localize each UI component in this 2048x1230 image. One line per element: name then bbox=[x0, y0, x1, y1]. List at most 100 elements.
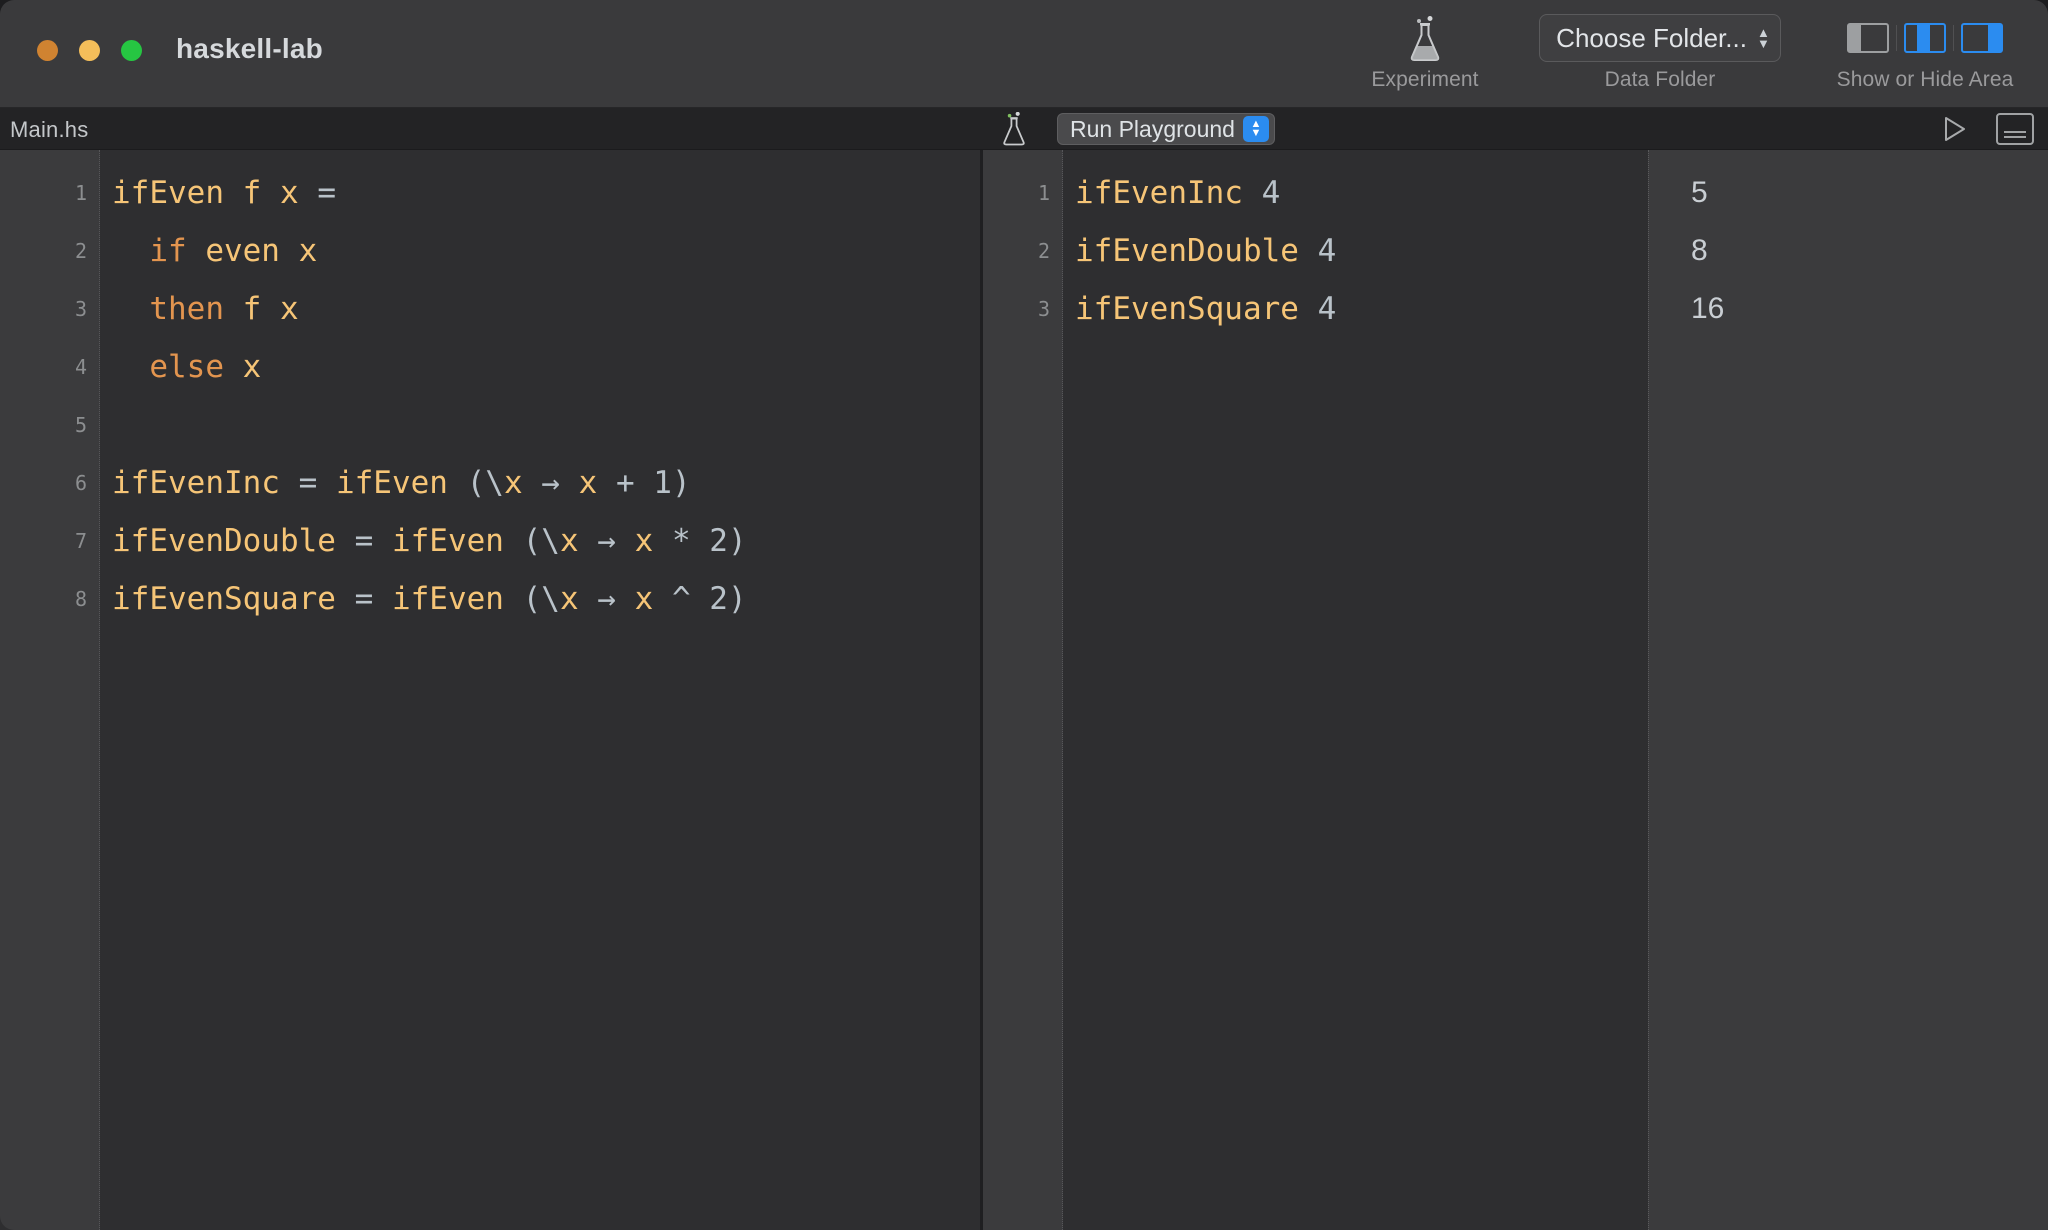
line-number: 5 bbox=[74, 413, 87, 437]
zoom-button[interactable] bbox=[121, 40, 142, 61]
toggle-right-area-button[interactable] bbox=[1954, 17, 2010, 59]
code-token: x bbox=[634, 523, 654, 559]
line-number: 2 bbox=[74, 239, 87, 263]
playground-code-area[interactable]: ifEvenInc 4 ifEvenDouble 4 ifEvenSquare 4 bbox=[1063, 150, 1648, 1230]
chevron-up-down-icon: ▲ ▼ bbox=[1242, 116, 1269, 142]
code-line: ifEvenDouble 4 bbox=[1075, 222, 1648, 280]
chevron-up-down-icon: ▲ ▼ bbox=[1756, 24, 1770, 51]
source-editor-pane: 1 2 3 4 5 6 7 8 ifEven f x = if even x then f x… bbox=[0, 150, 980, 1230]
window-titlebar: haskell-lab Experiment Choose Folder... … bbox=[0, 0, 2048, 108]
result-value: 16 bbox=[1691, 292, 1725, 325]
minimize-button[interactable] bbox=[79, 40, 100, 61]
code-token: ifEven bbox=[391, 523, 504, 559]
experiment-button[interactable] bbox=[1398, 14, 1452, 62]
code-token: = bbox=[279, 465, 336, 501]
code-token: * 2) bbox=[653, 523, 747, 559]
app-window: haskell-lab Experiment Choose Folder... … bbox=[0, 0, 2048, 1230]
code-token: ifEven bbox=[391, 581, 504, 617]
code-token: ifEvenSquare bbox=[112, 581, 336, 617]
code-token: = bbox=[317, 175, 336, 211]
run-button[interactable] bbox=[1936, 111, 1972, 147]
result-value: 5 bbox=[1691, 176, 1708, 209]
source-gutter: 1 2 3 4 5 6 7 8 bbox=[0, 150, 100, 1230]
tab-main-hs[interactable]: Main.hs bbox=[10, 117, 88, 143]
code-token: if bbox=[149, 233, 187, 269]
area-toggle-bar bbox=[1840, 14, 2010, 62]
playground-gutter: 1 2 3 bbox=[983, 150, 1063, 1230]
data-folder-label: Data Folder bbox=[1604, 68, 1716, 91]
results-pane: 5 8 16 bbox=[1648, 150, 2048, 1230]
code-token: 4 bbox=[1242, 175, 1281, 211]
code-token: → bbox=[522, 465, 579, 501]
code-line: ifEvenDouble = ifEven (\x → x * 2) bbox=[112, 512, 980, 570]
code-line: ifEvenSquare 4 bbox=[1075, 280, 1648, 338]
toolbar-group-data-folder: Choose Folder... ▲ ▼ Data Folder bbox=[1500, 14, 1820, 92]
toolbar-group-experiment: Experiment bbox=[1330, 14, 1520, 92]
code-token: ^ 2) bbox=[653, 581, 747, 617]
code-token: x bbox=[578, 465, 598, 501]
code-token: else bbox=[149, 349, 224, 385]
playground-flask-button[interactable] bbox=[997, 112, 1031, 146]
show-hide-area-label: Show or Hide Area bbox=[1836, 68, 2014, 91]
line-number: 6 bbox=[74, 471, 87, 495]
choose-folder-label: Choose Folder... bbox=[1556, 22, 1747, 53]
editor-bar-right-controls bbox=[1936, 111, 2034, 147]
code-line: ifEven f x = bbox=[112, 164, 980, 222]
line-number: 8 bbox=[74, 587, 87, 611]
toggle-middle-area-button[interactable] bbox=[1897, 17, 1953, 59]
toggle-left-area-button[interactable] bbox=[1840, 17, 1896, 59]
code-token: → bbox=[578, 581, 635, 617]
toggle-console-button[interactable] bbox=[1996, 113, 2034, 145]
run-playground-button[interactable]: Run Playground ▲ ▼ bbox=[1057, 113, 1275, 145]
line-number: 3 bbox=[1037, 297, 1050, 321]
code-token: ifEvenInc bbox=[1075, 175, 1243, 211]
play-triangle-icon bbox=[1945, 117, 1965, 141]
code-line: if even x bbox=[112, 222, 980, 280]
code-token: even x bbox=[186, 233, 318, 269]
traffic-lights bbox=[37, 40, 142, 61]
code-token: ifEven bbox=[335, 465, 448, 501]
code-token: x bbox=[559, 581, 579, 617]
code-token: f x bbox=[223, 291, 299, 327]
line-number: 2 bbox=[1037, 239, 1050, 263]
playground-editor-pane: 123 ifEvenInc 4 ifEvenDouble 4 ifEvenSquar… bbox=[983, 150, 1648, 1230]
code-line: ifEvenInc 4 bbox=[1075, 164, 1648, 222]
panel-left-icon bbox=[1847, 23, 1889, 53]
code-token: (\ bbox=[503, 581, 560, 617]
code-token: ifEvenSquare bbox=[1075, 291, 1299, 327]
window-title: haskell-lab bbox=[176, 33, 323, 64]
console-panel-icon bbox=[2004, 136, 2026, 138]
code-token: 4 bbox=[1298, 233, 1337, 269]
close-button[interactable] bbox=[37, 40, 58, 61]
toolbar-group-show-hide-area: Show or Hide Area bbox=[1810, 14, 2040, 92]
code-token: (\ bbox=[447, 465, 504, 501]
line-number: 3 bbox=[74, 297, 87, 321]
code-token: ifEvenDouble bbox=[112, 523, 336, 559]
experiment-label: Experiment bbox=[1371, 68, 1479, 91]
code-token: ifEvenDouble bbox=[1075, 233, 1299, 269]
code-token: x bbox=[503, 465, 523, 501]
flask-icon bbox=[1410, 16, 1440, 61]
line-number: 4 bbox=[74, 355, 87, 379]
code-token: = bbox=[335, 523, 392, 559]
panel-middle-icon bbox=[1904, 23, 1946, 53]
code-token: x bbox=[223, 349, 262, 385]
flask-icon bbox=[1003, 112, 1025, 146]
code-token: = bbox=[335, 581, 392, 617]
code-token: + 1) bbox=[597, 465, 691, 501]
code-token: ifEvenInc bbox=[112, 465, 280, 501]
code-line: else x bbox=[112, 338, 980, 396]
code-line: ifEvenInc = ifEven (\x → x + 1) bbox=[112, 454, 980, 512]
editor-toolbar: Main.hs Run Playground ▲ ▼ bbox=[0, 108, 2048, 150]
choose-folder-button[interactable]: Choose Folder... ▲ ▼ bbox=[1539, 14, 1781, 62]
code-token: x bbox=[559, 523, 579, 559]
code-line: then f x bbox=[112, 280, 980, 338]
source-code-area[interactable]: ifEven f x = if even x then f x else x if… bbox=[100, 150, 980, 1230]
code-token: x bbox=[634, 581, 654, 617]
line-number: 7 bbox=[74, 529, 87, 553]
code-token: 4 bbox=[1298, 291, 1337, 327]
